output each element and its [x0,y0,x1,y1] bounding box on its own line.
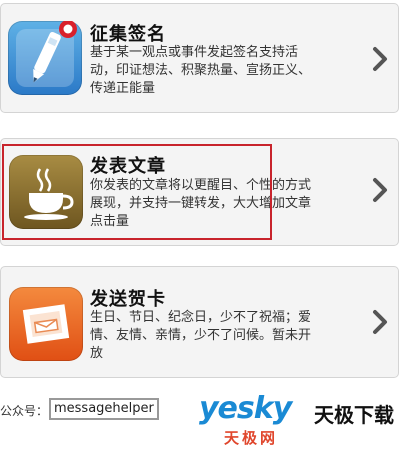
chevron-right-icon[interactable] [372,46,388,72]
coffee-cup-icon [9,155,83,229]
greeting-card-card[interactable]: 发送贺卡 生日、节日、纪念日，少不了祝福；爱情、友情、亲情，少不了问候。暂未开放 [0,266,399,378]
card-title: 征集签名 [90,24,166,45]
watermark-subtext: 天极网 [224,429,279,447]
pen-icon [8,20,82,95]
card-title: 发表文章 [90,156,166,177]
card-description: 你发表的文章将以更醒目、个性的方式展现，并支持一键转发，大大增加文章点击量 [90,178,312,229]
article-card[interactable]: 发表文章 你发表的文章将以更醒目、个性的方式展现，并支持一键转发，大大增加文章点… [0,138,399,246]
chevron-right-icon[interactable] [372,177,388,203]
watermark-text: 天极下载 [314,403,394,427]
petition-card[interactable]: 征集签名 基于某一观点或事件发起签名支持活动，印证想法、积聚热量、宣扬正义、传递… [0,3,399,113]
card-description: 生日、节日、纪念日，少不了祝福；爱情、友情、亲情，少不了问候。暂未开放 [90,310,312,361]
watermark-logo: yesky [199,391,292,426]
envelope-card-icon [9,287,83,361]
account-handle: messagehelper [49,398,159,420]
card-title: 发送贺卡 [90,289,166,310]
card-description: 基于某一观点或事件发起签名支持活动，印证想法、积聚热量、宣扬正义、传递正能量 [90,45,312,96]
footer-label: 公众号： [0,404,49,418]
chevron-right-icon[interactable] [372,309,388,335]
